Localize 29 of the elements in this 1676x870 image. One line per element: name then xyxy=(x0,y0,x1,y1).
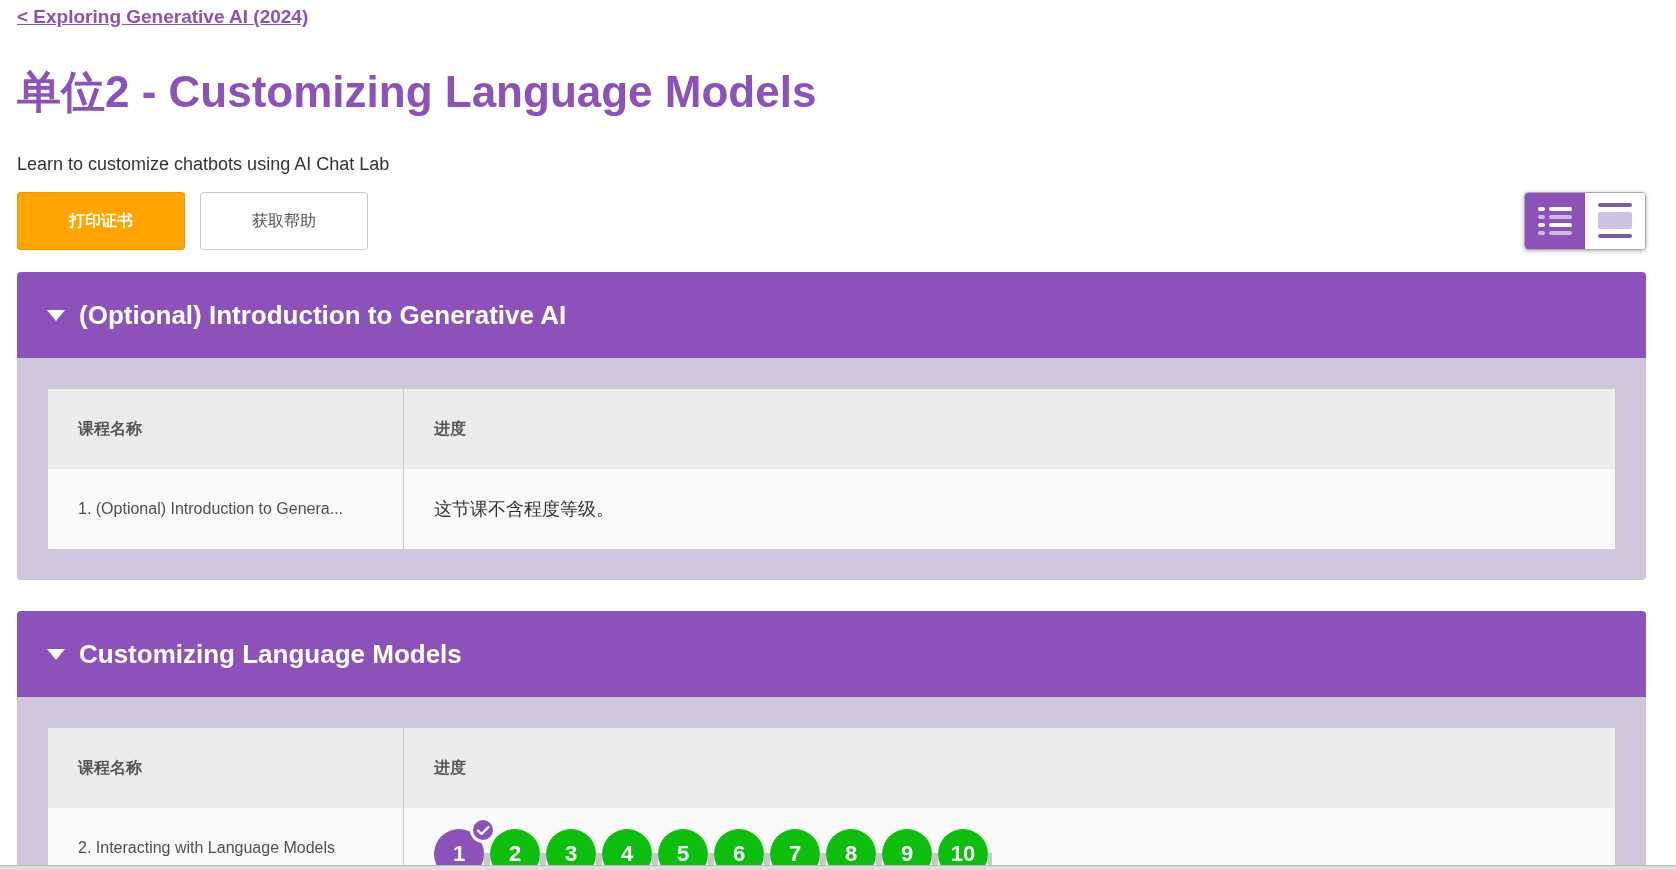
caret-icon xyxy=(47,309,65,321)
unit-description: Learn to customize chatbots using AI Chat Lab xyxy=(17,154,391,176)
level-bubble[interactable]: 9 xyxy=(882,829,932,865)
page-title: 单位2 - Customizing Language Models xyxy=(17,68,818,117)
level-bubble[interactable]: 3 xyxy=(546,829,596,865)
detail-view-toggle[interactable] xyxy=(1525,193,1585,250)
progress-note: 这节课不含程度等级。 xyxy=(434,498,614,520)
level-bubble[interactable]: 8 xyxy=(826,829,876,865)
level-bubble[interactable]: 4 xyxy=(602,829,652,865)
level-bubble[interactable]: 7 xyxy=(770,829,820,865)
level-bubble[interactable]: 6 xyxy=(714,829,764,865)
column-header: 进度 xyxy=(403,388,1616,470)
get-help-button[interactable]: 获取帮助 xyxy=(200,192,368,251)
list-icon xyxy=(1538,205,1572,238)
column-header: 课程名称 xyxy=(47,727,404,809)
summary-layout-icon xyxy=(1598,203,1632,240)
column-header: 进度 xyxy=(403,727,1616,809)
back-link[interactable]: < Exploring Generative AI (2024) xyxy=(17,6,309,28)
section-header[interactable]: Customizing Language Models xyxy=(17,611,1646,698)
level-bubble[interactable]: 10 xyxy=(938,829,988,865)
print-certificate-button[interactable]: 打印证书 xyxy=(17,192,185,251)
caret-icon xyxy=(47,648,65,660)
summary-view-toggle[interactable] xyxy=(1585,193,1645,250)
level-bubble[interactable]: 2 xyxy=(490,829,540,865)
lesson-name-cell[interactable]: 1. (Optional) Introduction to Genera... xyxy=(47,469,404,550)
level-bubble[interactable]: 5 xyxy=(658,829,708,865)
section-header[interactable]: (Optional) Introduction to Generative AI xyxy=(17,272,1646,359)
level-bubble[interactable]: 1 xyxy=(434,829,484,865)
column-header: 课程名称 xyxy=(47,388,404,470)
